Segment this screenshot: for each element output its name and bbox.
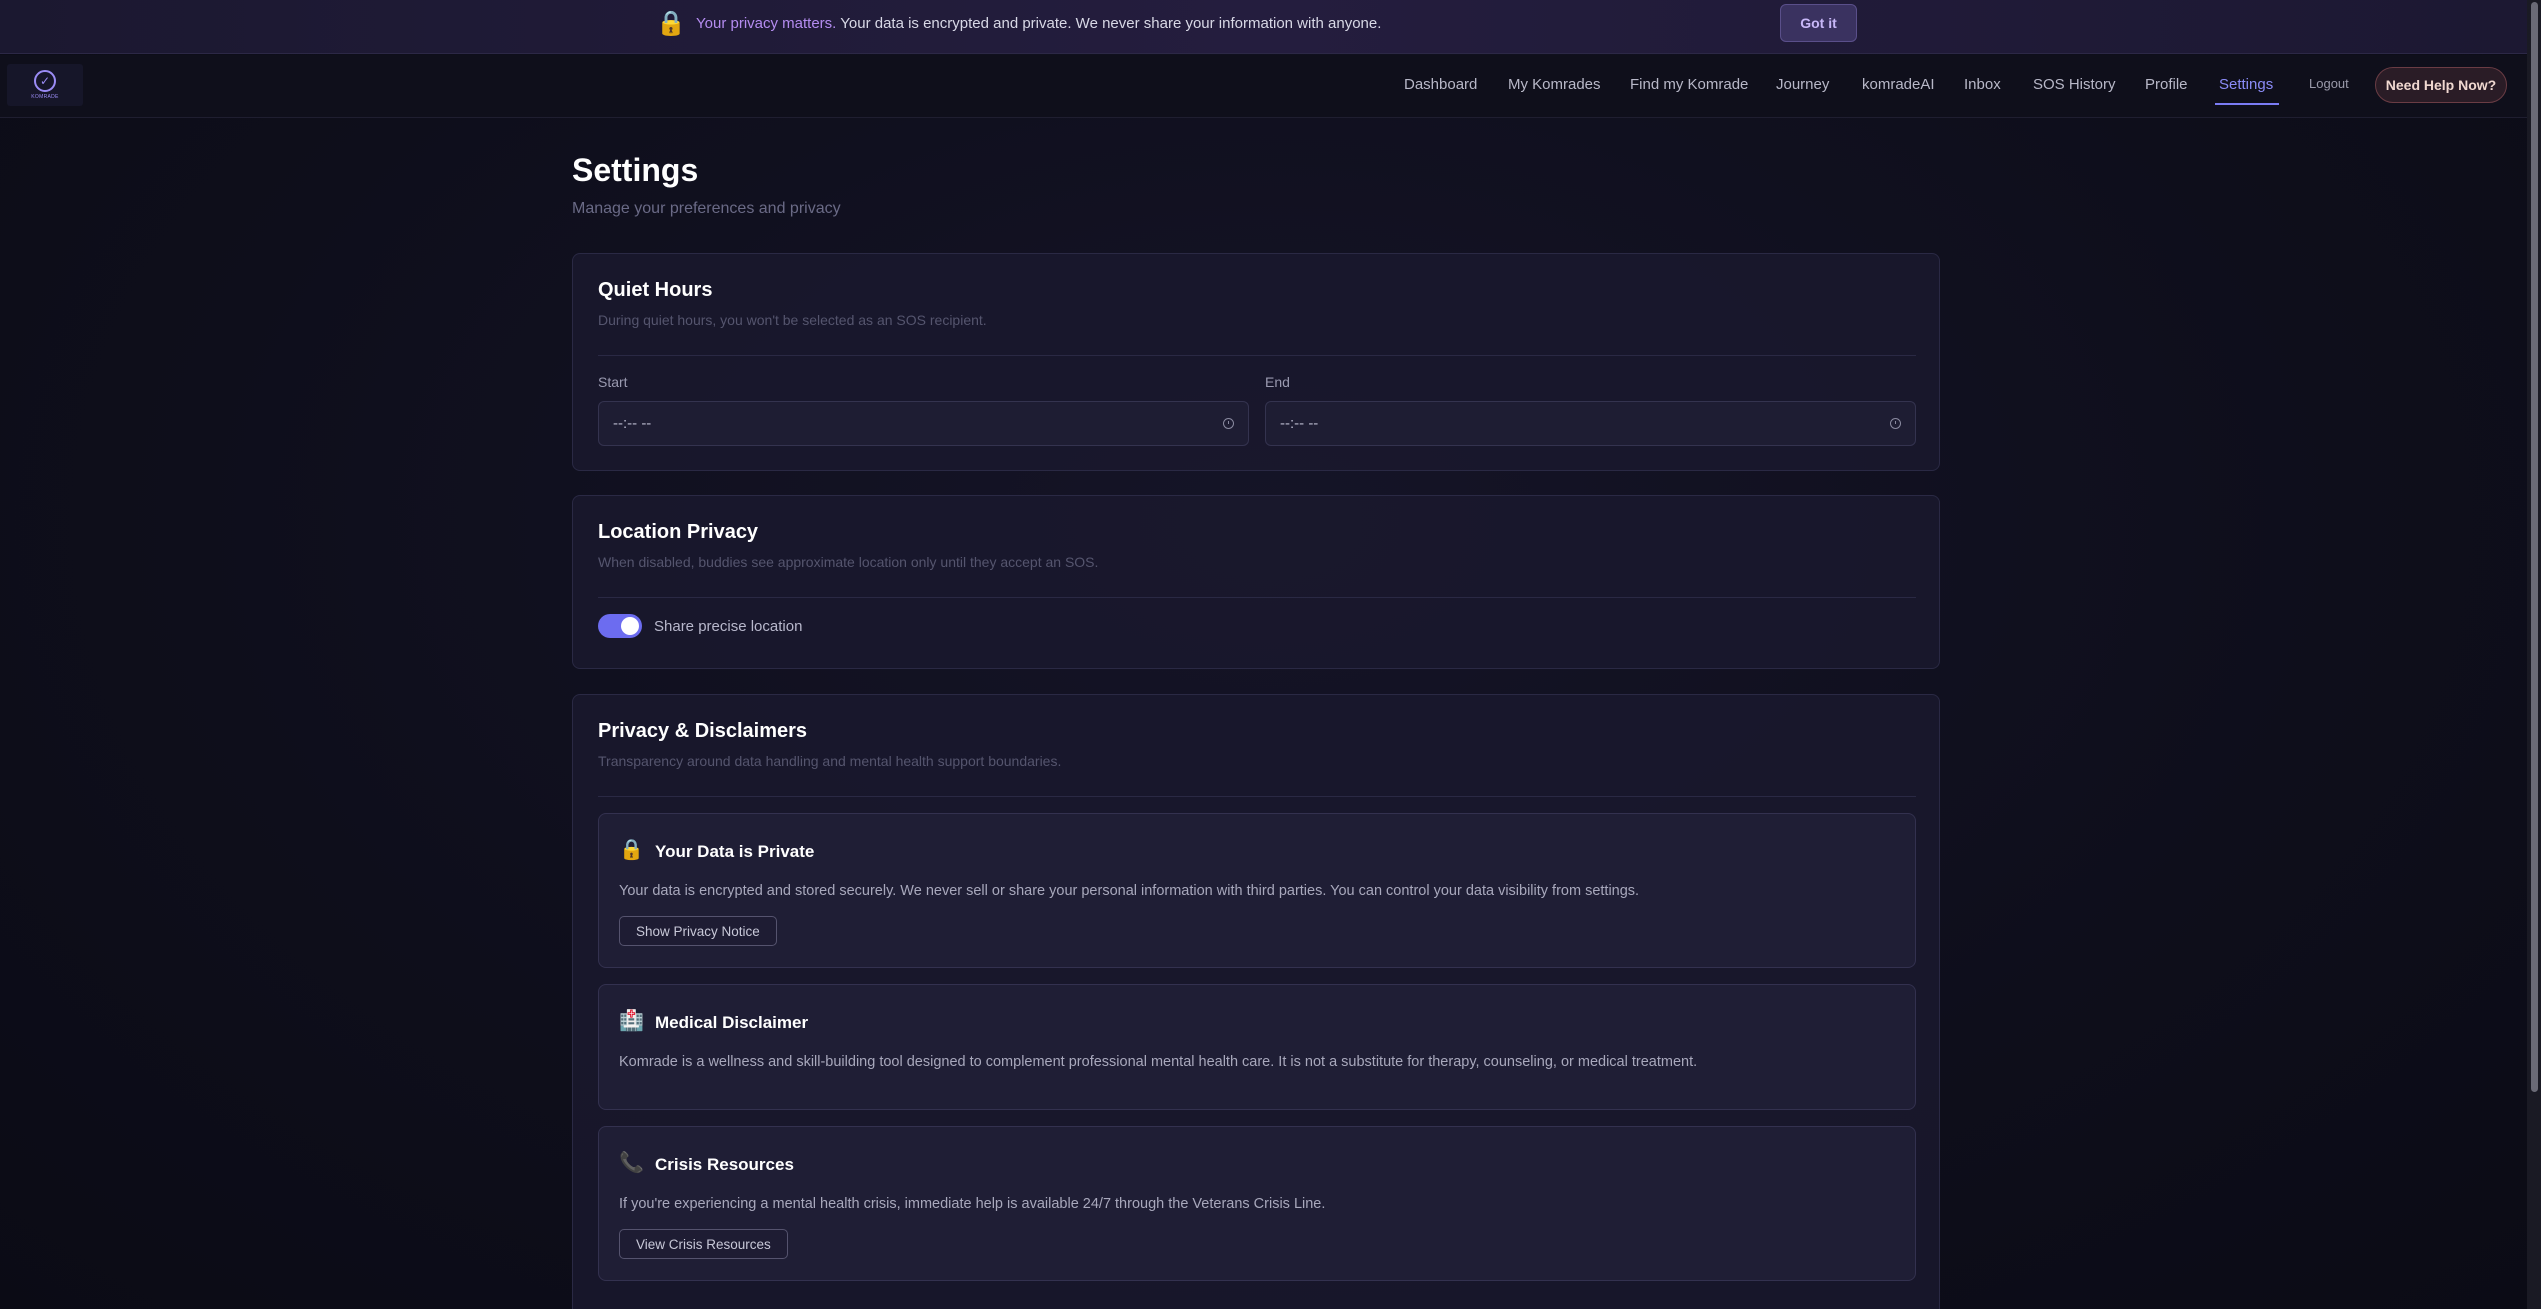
privacy-disclaimers-title: Privacy & Disclaimers bbox=[598, 720, 808, 742]
nav-item-sos-history[interactable]: SOS History bbox=[2033, 76, 2116, 93]
end-time-input[interactable]: --:-- -- bbox=[1265, 401, 1916, 446]
view-crisis-resources-button[interactable]: View Crisis Resources bbox=[619, 1229, 788, 1259]
banner-body-text: Your data is encrypted and private. We n… bbox=[840, 15, 1382, 32]
data-private-text: Your data is encrypted and stored secure… bbox=[619, 883, 1640, 899]
nav-item-find-my-komrade[interactable]: Find my Komrade bbox=[1630, 76, 1748, 93]
quiet-hours-description: During quiet hours, you won't be selecte… bbox=[598, 312, 987, 328]
hospital-icon: 🏥 bbox=[619, 1010, 644, 1032]
medical-disclaimer-panel: 🏥 Medical Disclaimer Komrade is a wellne… bbox=[598, 984, 1916, 1110]
need-help-button[interactable]: Need Help Now? bbox=[2375, 67, 2507, 103]
start-time-input[interactable]: --:-- -- bbox=[598, 401, 1249, 446]
privacy-banner: 🔒 Your privacy matters. Your data is enc… bbox=[0, 0, 2527, 54]
nav-item-journey[interactable]: Journey bbox=[1776, 76, 1829, 93]
banner-message: Your privacy matters. Your data is encry… bbox=[696, 15, 1381, 32]
toggle-knob bbox=[621, 617, 639, 635]
clock-icon[interactable] bbox=[1890, 418, 1901, 429]
card-divider bbox=[598, 355, 1916, 356]
medical-disclaimer-title: Medical Disclaimer bbox=[655, 1013, 809, 1032]
start-time-value: --:-- -- bbox=[613, 415, 652, 432]
clock-icon[interactable] bbox=[1223, 418, 1234, 429]
data-private-panel: 🔒 Your Data is Private Your data is encr… bbox=[598, 813, 1916, 968]
scrollbar-thumb[interactable] bbox=[2531, 2, 2538, 1092]
quiet-hours-card: Quiet Hours During quiet hours, you won'… bbox=[572, 253, 1940, 471]
share-location-toggle[interactable] bbox=[598, 614, 642, 638]
phone-icon: 📞 bbox=[619, 1152, 644, 1174]
medical-disclaimer-text: Komrade is a wellness and skill-building… bbox=[619, 1054, 1698, 1070]
location-privacy-card: Location Privacy When disabled, buddies … bbox=[572, 495, 1940, 669]
card-divider bbox=[598, 796, 1916, 797]
crisis-resources-title: Crisis Resources bbox=[655, 1155, 794, 1174]
location-privacy-description: When disabled, buddies see approximate l… bbox=[598, 554, 1099, 570]
top-nav: ✓ KOMRADE Dashboard My Komrades Find my … bbox=[0, 55, 2527, 118]
nav-item-dashboard[interactable]: Dashboard bbox=[1404, 76, 1477, 93]
share-location-label[interactable]: Share precise location bbox=[654, 618, 802, 635]
nav-item-profile[interactable]: Profile bbox=[2145, 76, 2188, 93]
banner-strong-text: Your privacy matters. bbox=[696, 15, 837, 32]
show-privacy-notice-button[interactable]: Show Privacy Notice bbox=[619, 916, 777, 946]
page-subtitle: Manage your preferences and privacy bbox=[572, 200, 841, 217]
lock-icon: 🔒 bbox=[619, 839, 644, 861]
start-label: Start bbox=[598, 374, 628, 390]
komrade-logo[interactable]: ✓ KOMRADE bbox=[7, 64, 83, 106]
nav-item-my-komrades[interactable]: My Komrades bbox=[1508, 76, 1601, 93]
logo-mark-icon: ✓ bbox=[34, 70, 56, 92]
card-divider bbox=[598, 597, 1916, 598]
crisis-resources-text: If you're experiencing a mental health c… bbox=[619, 1196, 1326, 1212]
quiet-hours-title: Quiet Hours bbox=[598, 279, 713, 301]
privacy-disclaimers-card: Privacy & Disclaimers Transparency aroun… bbox=[572, 694, 1940, 1309]
logout-link[interactable]: Logout bbox=[2309, 76, 2349, 91]
end-label: End bbox=[1265, 374, 1290, 390]
end-time-value: --:-- -- bbox=[1280, 415, 1319, 432]
location-privacy-title: Location Privacy bbox=[598, 521, 759, 543]
active-tab-indicator bbox=[2215, 103, 2279, 105]
page-title: Settings bbox=[572, 152, 699, 188]
logo-text: KOMRADE bbox=[31, 94, 59, 100]
data-private-title: Your Data is Private bbox=[655, 842, 815, 861]
nav-item-inbox[interactable]: Inbox bbox=[1964, 76, 2001, 93]
lock-icon: 🔒 bbox=[656, 10, 686, 37]
nav-item-settings[interactable]: Settings bbox=[2219, 76, 2273, 93]
nav-item-komradeai[interactable]: komradeAI bbox=[1862, 76, 1935, 93]
crisis-resources-panel: 📞 Crisis Resources If you're experiencin… bbox=[598, 1126, 1916, 1281]
privacy-disclaimers-description: Transparency around data handling and me… bbox=[598, 753, 1062, 769]
got-it-button[interactable]: Got it bbox=[1780, 4, 1857, 42]
